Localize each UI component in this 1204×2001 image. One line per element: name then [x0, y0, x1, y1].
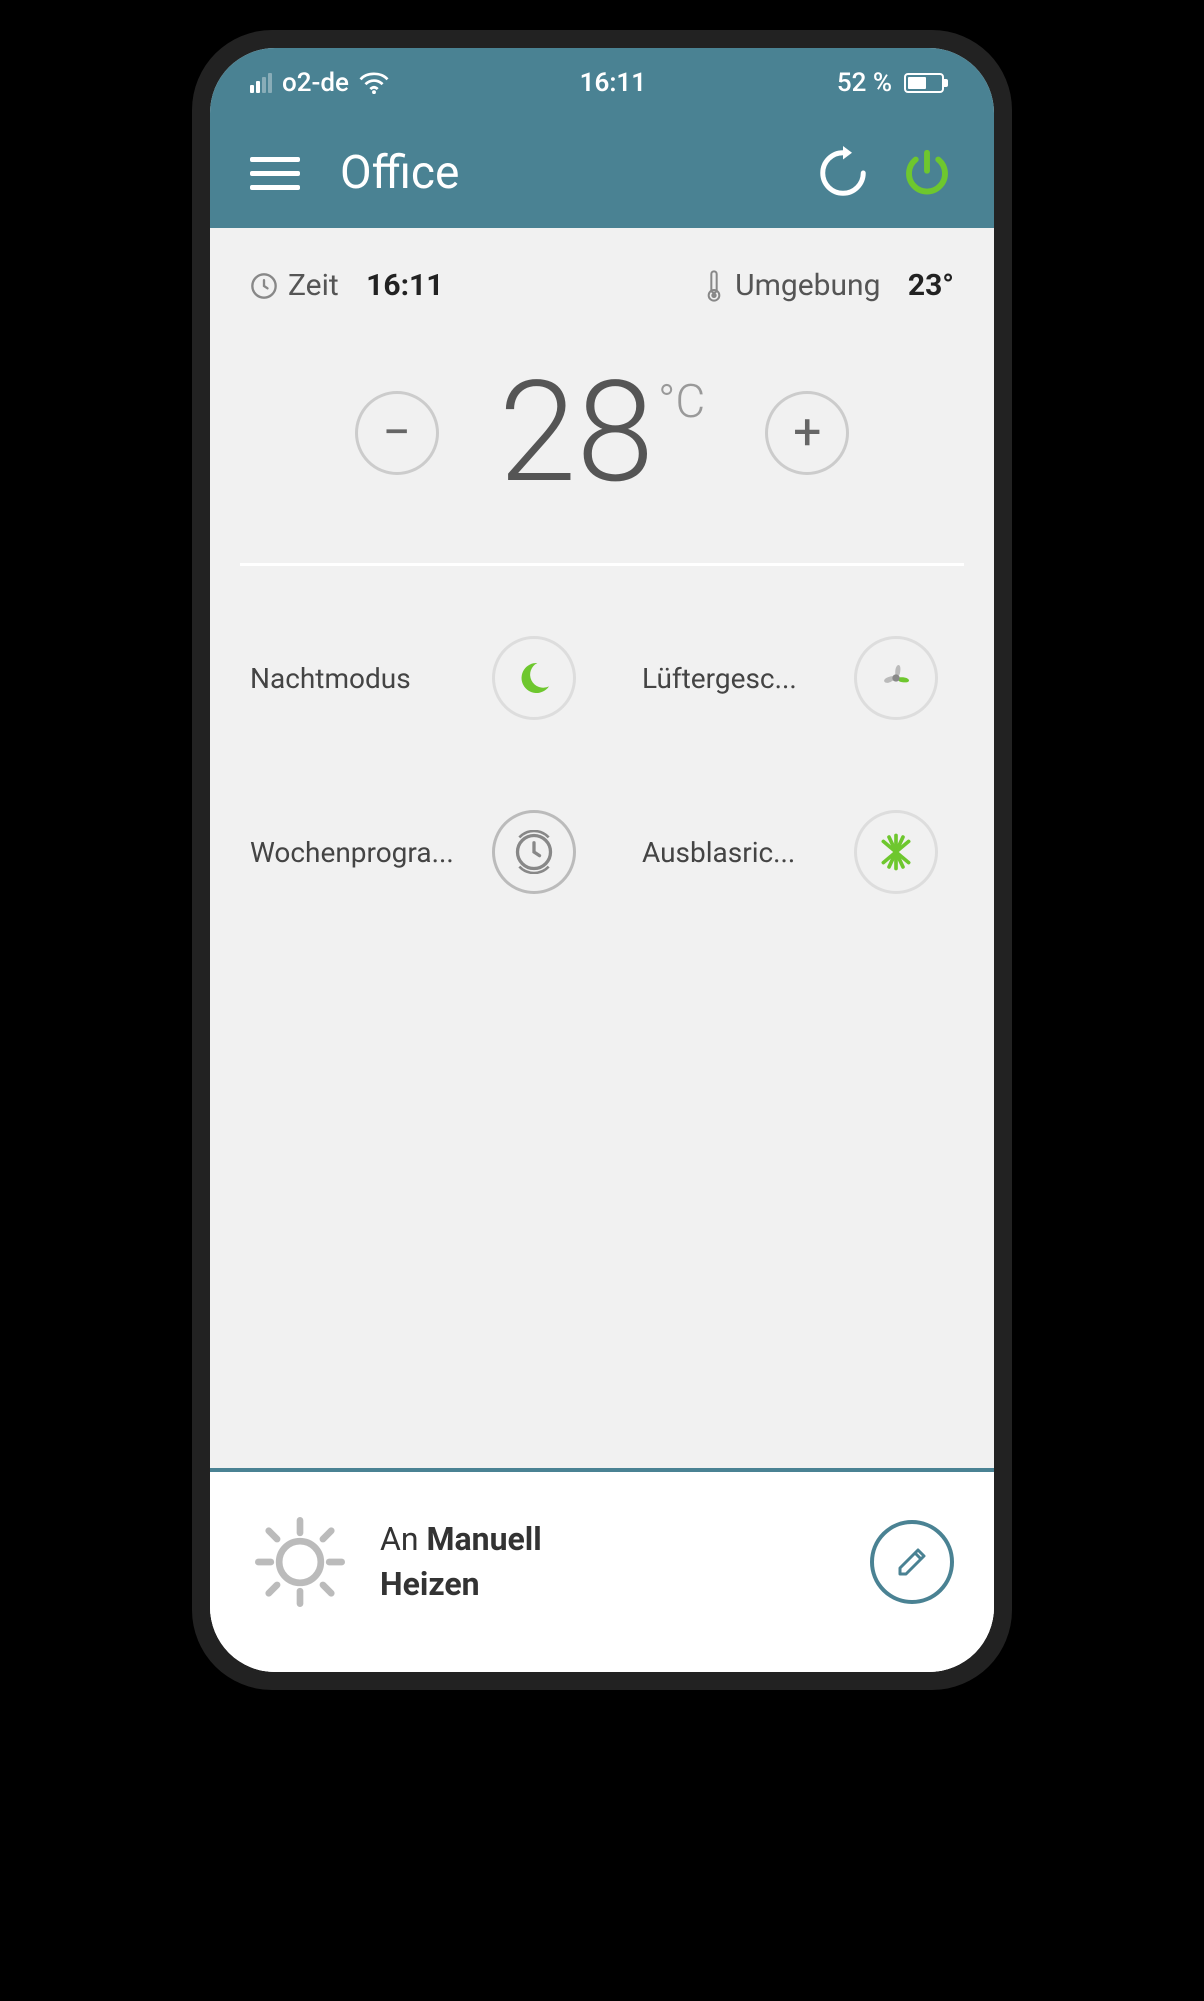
temperature-plus-button[interactable]: + [765, 391, 849, 475]
mode-footer: An Manuell Heizen [210, 1468, 994, 1672]
time-value: 16:11 [366, 268, 443, 303]
time-label: Zeit [288, 268, 339, 303]
fan-speed-label: Lüftergesc... [612, 662, 832, 695]
carrier-label: o2-de [282, 68, 349, 98]
controls-grid: Nachtmodus Lüftergesc... [210, 566, 994, 934]
app-header: Office [210, 118, 994, 228]
night-mode-button[interactable] [492, 636, 576, 720]
temperature-unit: °C [658, 375, 705, 429]
temperature-display: 28 °C [499, 363, 706, 503]
schedule-icon [512, 830, 556, 874]
airflow-button[interactable] [854, 810, 938, 894]
moon-icon [514, 658, 554, 698]
info-row: Zeit 16:11 Umgebung 23° [210, 228, 994, 323]
status-right: 52 % [837, 68, 944, 98]
mode-prefix: An [380, 1520, 419, 1558]
status-bar: o2-de 16:11 52 % [210, 48, 994, 118]
refresh-button[interactable] [816, 146, 870, 200]
phone-frame: o2-de 16:11 52 % Office [192, 30, 1012, 1690]
mode-name: Manuell [426, 1520, 541, 1558]
ambient-label: Umgebung [735, 268, 880, 303]
menu-button[interactable] [250, 157, 300, 190]
airflow-icon [874, 830, 918, 874]
mode-status: An Manuell Heizen [380, 1517, 542, 1607]
screen: o2-de 16:11 52 % Office [210, 48, 994, 1672]
thermometer-icon [703, 270, 725, 302]
schedule-button[interactable] [492, 810, 576, 894]
ambient-info: Umgebung 23° [703, 268, 954, 303]
fan-icon [874, 656, 918, 700]
content: Zeit 16:11 Umgebung 23° − 28 [210, 228, 994, 1672]
power-button[interactable] [900, 146, 954, 200]
clock-icon [250, 272, 278, 300]
temperature-minus-button[interactable]: − [355, 391, 439, 475]
temperature-value: 28 [499, 363, 654, 503]
page-title: Office [340, 146, 786, 200]
battery-icon [904, 73, 944, 93]
fan-speed-button[interactable] [854, 636, 938, 720]
time-info: Zeit 16:11 [250, 268, 443, 303]
mode-operation: Heizen [380, 1565, 480, 1603]
wifi-icon [359, 72, 389, 94]
battery-percent: 52 % [837, 68, 892, 98]
sun-icon [250, 1512, 350, 1612]
status-time: 16:11 [580, 68, 647, 98]
night-mode-label: Nachtmodus [250, 662, 470, 695]
status-left: o2-de [250, 68, 389, 98]
airflow-label: Ausblasric... [612, 836, 832, 869]
ambient-value: 23° [908, 268, 954, 303]
schedule-label: Wochenprogra... [250, 836, 470, 869]
temperature-control: − 28 °C + [210, 323, 994, 563]
pencil-icon [894, 1544, 930, 1580]
edit-mode-button[interactable] [870, 1520, 954, 1604]
signal-icon [250, 73, 272, 93]
